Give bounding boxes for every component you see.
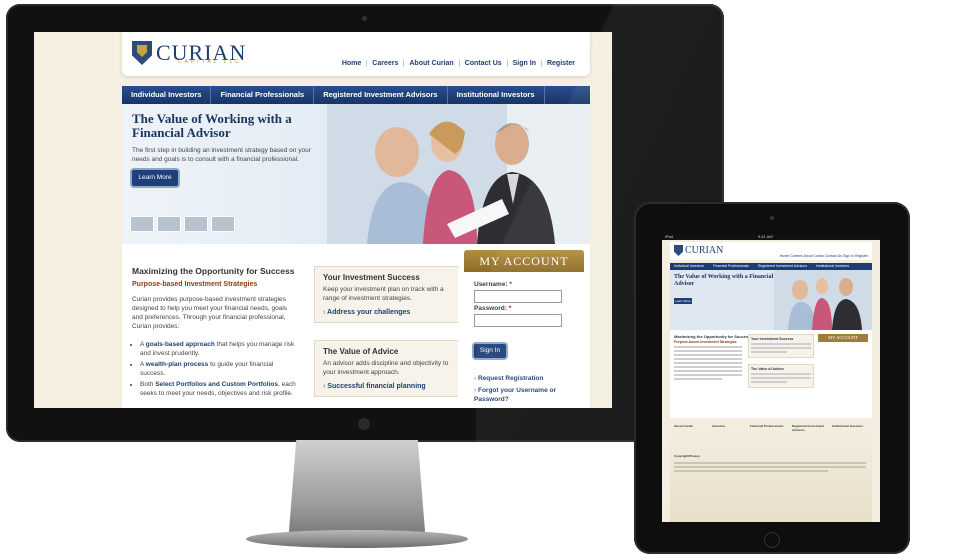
tablet-section-subtitle: Purpose-based Investment Strategies bbox=[674, 340, 737, 344]
home-button[interactable] bbox=[764, 532, 780, 548]
card-title: Your Investment Success bbox=[323, 273, 420, 282]
hero-title: The Value of Working with a Financial Ad… bbox=[132, 111, 292, 140]
tablet-my-account-header: MY ACCOUNT bbox=[818, 334, 868, 342]
section-title: Maximizing the Opportunity for Success bbox=[132, 266, 295, 276]
hero-thumbnail[interactable] bbox=[157, 216, 181, 232]
top-nav: Home Careers About Curian Contact Us Sig… bbox=[337, 60, 580, 67]
tablet-learn-more-button[interactable]: Learn More bbox=[674, 298, 692, 304]
hero-body: The first step in building an investment… bbox=[132, 147, 311, 163]
shield-logo-icon bbox=[674, 245, 683, 256]
card-title: The Value of Advice bbox=[323, 347, 399, 356]
shield-logo-icon bbox=[132, 41, 152, 65]
hero-thumbnail[interactable] bbox=[130, 216, 154, 232]
footer-column: Institutional Investors bbox=[832, 424, 864, 428]
status-time: 9:41 AM bbox=[758, 234, 773, 239]
list-item: Both Select Portfolios and Custom Portfo… bbox=[140, 380, 300, 398]
top-nav-about[interactable]: About Curian bbox=[403, 60, 458, 67]
top-nav-register[interactable]: Register bbox=[540, 60, 580, 67]
forgot-credentials-link[interactable]: Forgot your Username or Password? bbox=[474, 386, 580, 404]
tablet-camera bbox=[770, 216, 774, 220]
card-body: Keep your investment plan on track with … bbox=[323, 286, 444, 302]
portfolios-link[interactable]: Select Portfolios and Custom Portfolios bbox=[155, 381, 278, 388]
footer-column: Financial Professionals bbox=[750, 424, 784, 428]
main-nav-registered-advisors[interactable]: Registered Investment Advisors bbox=[314, 86, 448, 104]
footer-copyright[interactable]: Copyright/Privacy bbox=[674, 454, 700, 458]
tablet-content: Maximizing the Opportunity for Success P… bbox=[670, 330, 872, 418]
footer-column: Investors bbox=[712, 424, 726, 428]
main-nav-individual-investors[interactable]: Individual Investors bbox=[122, 86, 212, 104]
hero-thumbnails bbox=[130, 216, 235, 232]
tablet-logo[interactable]: CURIAN bbox=[674, 245, 723, 256]
tablet-hero-title: The Value of Working with a Financial Ad… bbox=[674, 274, 774, 287]
tablet-top-nav: Home Careers About Curian Contact Us Sig… bbox=[779, 254, 868, 258]
section-subtitle: Purpose-based Investment Strategies bbox=[132, 281, 258, 288]
monitor-stand bbox=[288, 440, 426, 536]
curian-website: CURIAN CAPITAL LLC Home Careers About Cu… bbox=[34, 32, 612, 408]
tablet-status-bar: iPad 9:41 AM bbox=[662, 234, 880, 240]
top-nav-home[interactable]: Home bbox=[337, 60, 366, 67]
desktop-monitor: CURIAN CAPITAL LLC Home Careers About Cu… bbox=[6, 4, 724, 442]
tablet-hero-photo bbox=[774, 270, 872, 330]
apple-logo-icon bbox=[358, 418, 370, 430]
strategy-list: A goals-based approach that helps you ma… bbox=[132, 340, 300, 400]
tablet-card: Your Investment Success bbox=[748, 334, 814, 358]
tablet-footer: About Curian Investors Financial Profess… bbox=[670, 418, 872, 522]
username-field[interactable] bbox=[474, 290, 562, 303]
top-nav-careers[interactable]: Careers bbox=[366, 60, 403, 67]
tablet-body-text bbox=[674, 346, 742, 382]
address-challenges-link[interactable]: Address your challenges bbox=[315, 303, 465, 322]
tablet-section-title: Maximizing the Opportunity for Success bbox=[674, 334, 751, 339]
status-device: iPad bbox=[665, 234, 674, 239]
list-item: A goals-based approach that helps you ma… bbox=[140, 340, 300, 358]
tablet-screen: iPad 9:41 AM CURIAN Home Careers About C… bbox=[662, 234, 880, 522]
hero-banner: The Value of Working with a Financial Ad… bbox=[122, 104, 590, 244]
footer-column: Registered Investment Advisors bbox=[792, 424, 825, 432]
successful-planning-link[interactable]: Successful financial planning bbox=[315, 377, 465, 396]
tablet-main-nav: Individual Investors Financial Professio… bbox=[670, 263, 872, 270]
list-item: A wealth-plan process to guide your fina… bbox=[140, 360, 300, 378]
investment-success-card: Your Investment Success Keep your invest… bbox=[314, 266, 466, 323]
monitor-camera bbox=[362, 16, 367, 21]
my-account-header: MY ACCOUNT bbox=[464, 250, 584, 272]
username-label: Username: * bbox=[474, 281, 512, 288]
request-registration-link[interactable]: Request Registration bbox=[474, 374, 580, 383]
logo-subtitle: CAPITAL LLC bbox=[178, 59, 242, 65]
wealth-plan-link[interactable]: wealth-plan process bbox=[146, 361, 209, 368]
password-label: Password: * bbox=[474, 305, 512, 312]
advisor-meeting-photo bbox=[327, 104, 590, 244]
sign-in-button[interactable]: Sign In bbox=[474, 344, 506, 358]
card-body: An advisor adds discipline and objectivi… bbox=[323, 360, 449, 376]
middle-column: Your Investment Success Keep your invest… bbox=[302, 244, 470, 408]
right-column: MY ACCOUNT Username: * Password: * Sign … bbox=[458, 244, 590, 408]
left-column: Maximizing the Opportunity for Success P… bbox=[122, 244, 302, 408]
site-header: CURIAN CAPITAL LLC Home Careers About Cu… bbox=[122, 32, 590, 76]
top-nav-sign-in[interactable]: Sign In bbox=[506, 60, 541, 67]
main-nav-financial-professionals[interactable]: Financial Professionals bbox=[211, 86, 315, 104]
hero-thumbnail[interactable] bbox=[184, 216, 208, 232]
footer-column: About Curian bbox=[674, 424, 693, 428]
goals-based-link[interactable]: goals-based approach bbox=[146, 341, 215, 348]
value-of-advice-card: The Value of Advice An advisor adds disc… bbox=[314, 340, 466, 397]
section-body: Curian provides purpose-based investment… bbox=[132, 296, 288, 330]
login-form: Username: * Password: * Sign In Request … bbox=[464, 272, 584, 408]
main-nav-institutional-investors[interactable]: Institutional Investors bbox=[448, 86, 545, 104]
password-field[interactable] bbox=[474, 314, 562, 327]
footer-fine-print bbox=[674, 462, 866, 474]
hero-thumbnail[interactable] bbox=[211, 216, 235, 232]
learn-more-button[interactable]: Learn More bbox=[132, 170, 178, 186]
tablet-device: iPad 9:41 AM CURIAN Home Careers About C… bbox=[634, 202, 910, 554]
tablet-site-header: CURIAN Home Careers About Curian Contact… bbox=[670, 242, 872, 260]
tablet-hero: The Value of Working with a Financial Ad… bbox=[670, 270, 872, 330]
top-nav-contact[interactable]: Contact Us bbox=[458, 60, 507, 67]
monitor-screen: CURIAN CAPITAL LLC Home Careers About Cu… bbox=[34, 32, 612, 408]
main-nav: Individual Investors Financial Professio… bbox=[122, 86, 590, 104]
monitor-base bbox=[246, 530, 468, 548]
tablet-card: The Value of Advice bbox=[748, 364, 814, 388]
account-links: Request Registration Forgot your Usernam… bbox=[474, 374, 580, 404]
